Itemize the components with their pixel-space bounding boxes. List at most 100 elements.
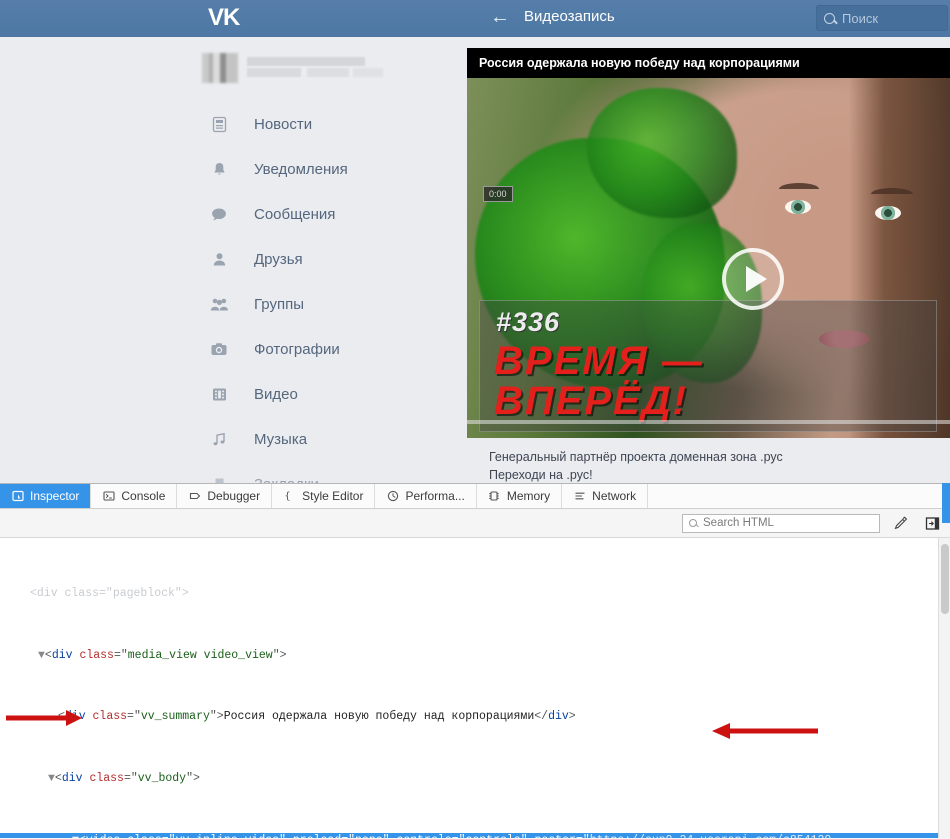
tag-name: video bbox=[86, 834, 121, 838]
vk-logo[interactable]: VK bbox=[208, 4, 240, 32]
avatar bbox=[202, 53, 238, 83]
sidebar-item-label: Сообщения bbox=[254, 206, 336, 223]
overlay-episode-number: #336 bbox=[496, 307, 561, 337]
sidebar-item-soobshcheniya[interactable]: Сообщения bbox=[180, 192, 450, 237]
markup-line-selected-video[interactable]: ▼<video class="vv_inline_video" preload=… bbox=[0, 832, 950, 838]
description-line-1: Генеральный партнёр проекта доменная зон… bbox=[489, 450, 783, 464]
devtools-right-edge-accent bbox=[942, 483, 950, 523]
network-icon bbox=[573, 490, 586, 503]
video-column: Россия одержала новую победу над корпора… bbox=[467, 48, 950, 483]
inspector-icon bbox=[11, 490, 24, 503]
video-player[interactable]: Россия одержала новую победу над корпора… bbox=[467, 48, 950, 438]
description-line-2: Переходи на .рус! bbox=[489, 468, 593, 482]
attr-name: class bbox=[89, 772, 124, 786]
poster-url-part1[interactable]: https://sun9-24.userapi.com/c854120 bbox=[590, 834, 832, 838]
panel-toggle-icon[interactable] bbox=[920, 512, 944, 534]
twisty-icon[interactable]: ▼ bbox=[38, 649, 45, 662]
svg-text:{ }: { } bbox=[284, 491, 296, 502]
speech-bubble-icon bbox=[206, 206, 232, 223]
scrollbar-thumb[interactable] bbox=[941, 544, 949, 614]
newspaper-icon bbox=[206, 116, 232, 133]
sidebar-item-uvedomleniya[interactable]: Уведомления bbox=[180, 147, 450, 192]
vk-page: VK ← Видеозапись Поиск Новости Уведомлен… bbox=[0, 0, 950, 483]
tag-name: div bbox=[51, 648, 73, 662]
sidebar-item-label: Уведомления bbox=[254, 161, 348, 178]
tab-label: Network bbox=[592, 489, 637, 503]
devtools-toolbar: Search HTML bbox=[0, 509, 950, 538]
play-button-icon[interactable] bbox=[722, 248, 784, 310]
annotation-arrow-2 bbox=[712, 723, 818, 739]
attr-name: class bbox=[92, 710, 128, 724]
attr-value-class: vv_inline_video bbox=[176, 834, 280, 838]
page-title: Видеозапись bbox=[524, 8, 615, 25]
person-icon bbox=[206, 251, 232, 268]
video-progress-bar[interactable] bbox=[467, 420, 950, 424]
profile-name-redacted bbox=[247, 55, 407, 81]
sidebar-item-label: Закладки bbox=[254, 476, 319, 483]
video-description: Генеральный партнёр проекта доменная зон… bbox=[467, 438, 950, 483]
search-html-input[interactable]: Search HTML bbox=[682, 513, 880, 533]
sidebar-item-muzyka[interactable]: Музыка bbox=[180, 417, 450, 462]
tab-label: Style Editor bbox=[302, 489, 364, 503]
markup-scrollbar[interactable] bbox=[938, 538, 950, 838]
attr-name: class bbox=[79, 648, 114, 662]
tab-label: Debugger bbox=[207, 489, 261, 503]
camera-icon bbox=[206, 341, 232, 358]
markup-line[interactable]: ▼<div class="vv_body"> bbox=[0, 771, 950, 786]
sidebar-item-zakladki[interactable]: Закладки bbox=[180, 462, 450, 483]
sidebar-item-gruppy[interactable]: Группы bbox=[180, 282, 450, 327]
sidebar-item-fotografii[interactable]: Фотографии bbox=[180, 327, 450, 372]
tab-performance[interactable]: Performa... bbox=[375, 484, 477, 508]
sidebar-item-video[interactable]: Видео bbox=[180, 372, 450, 417]
tab-inspector[interactable]: Inspector bbox=[0, 484, 92, 508]
attr-value-controls: controls bbox=[465, 834, 520, 838]
vk-top-header: VK ← Видеозапись Поиск bbox=[0, 0, 950, 37]
devtools-tab-bar: Inspector Console Debugger { } Style Edi… bbox=[0, 484, 950, 509]
sidebar-item-label: Музыка bbox=[254, 431, 308, 448]
markup-line[interactable]: <div class="vv_summary">Россия одержала … bbox=[0, 709, 950, 724]
node-text: Россия одержала новую победу над корпора… bbox=[223, 710, 535, 724]
sidebar-item-druzya[interactable]: Друзья bbox=[180, 237, 450, 282]
bookmark-icon bbox=[206, 476, 232, 483]
tab-label: Memory bbox=[506, 489, 551, 503]
people-group-icon bbox=[206, 296, 232, 313]
twisty-icon[interactable]: ▼ bbox=[72, 834, 79, 838]
tab-label: Console bbox=[121, 489, 166, 503]
tab-debugger[interactable]: Debugger bbox=[177, 484, 273, 508]
poster-eyebrow bbox=[779, 183, 819, 189]
sidebar-item-label: Видео bbox=[254, 386, 298, 403]
tag-name: div bbox=[61, 772, 83, 786]
tab-style-editor[interactable]: { } Style Editor bbox=[272, 484, 376, 508]
markup-line-cut-top: <div class="pageblock"> bbox=[30, 587, 189, 601]
vk-search-box[interactable]: Поиск bbox=[816, 5, 948, 31]
pencil-icon[interactable] bbox=[888, 512, 912, 534]
debugger-icon bbox=[188, 490, 201, 503]
tab-memory[interactable]: Memory bbox=[477, 484, 563, 508]
profile-row[interactable] bbox=[180, 48, 450, 88]
video-poster-image: #336 ВРЕМЯ — ВПЕРЁД! 0:00 bbox=[467, 78, 950, 438]
twisty-icon[interactable]: ▼ bbox=[48, 772, 55, 785]
back-arrow-icon[interactable]: ← bbox=[490, 7, 510, 27]
play-triangle bbox=[745, 266, 767, 292]
sidebar-item-label: Новости bbox=[254, 116, 313, 133]
sidebar-item-label: Друзья bbox=[254, 251, 303, 268]
markup-tree[interactable]: <div class="pageblock"> ▼<div class="med… bbox=[0, 538, 950, 838]
bell-icon bbox=[206, 161, 232, 178]
tab-console[interactable]: Console bbox=[91, 484, 178, 508]
attr-value-preload: none bbox=[355, 834, 383, 838]
search-icon bbox=[824, 12, 835, 24]
attr-value: vv_body bbox=[137, 772, 187, 786]
sidebar-item-novosti[interactable]: Новости bbox=[180, 102, 450, 147]
markup-line[interactable]: ▼<div class="media_view video_view"> bbox=[0, 648, 950, 663]
tag-name: div bbox=[64, 710, 86, 724]
vk-sidebar: Новости Уведомления Сообщения Друзья Гру bbox=[180, 48, 450, 483]
console-icon bbox=[102, 490, 115, 503]
video-title: Россия одержала новую победу над корпора… bbox=[467, 48, 950, 78]
video-grid-icon bbox=[206, 386, 232, 403]
search-html-placeholder: Search HTML bbox=[703, 517, 774, 529]
tab-network[interactable]: Network bbox=[562, 484, 649, 508]
video-overlay-card: #336 ВРЕМЯ — ВПЕРЁД! bbox=[479, 300, 937, 432]
music-note-icon bbox=[206, 431, 232, 448]
sidebar-item-label: Фотографии bbox=[254, 341, 340, 358]
overlay-slogan-line1: ВРЕМЯ — bbox=[494, 339, 704, 383]
